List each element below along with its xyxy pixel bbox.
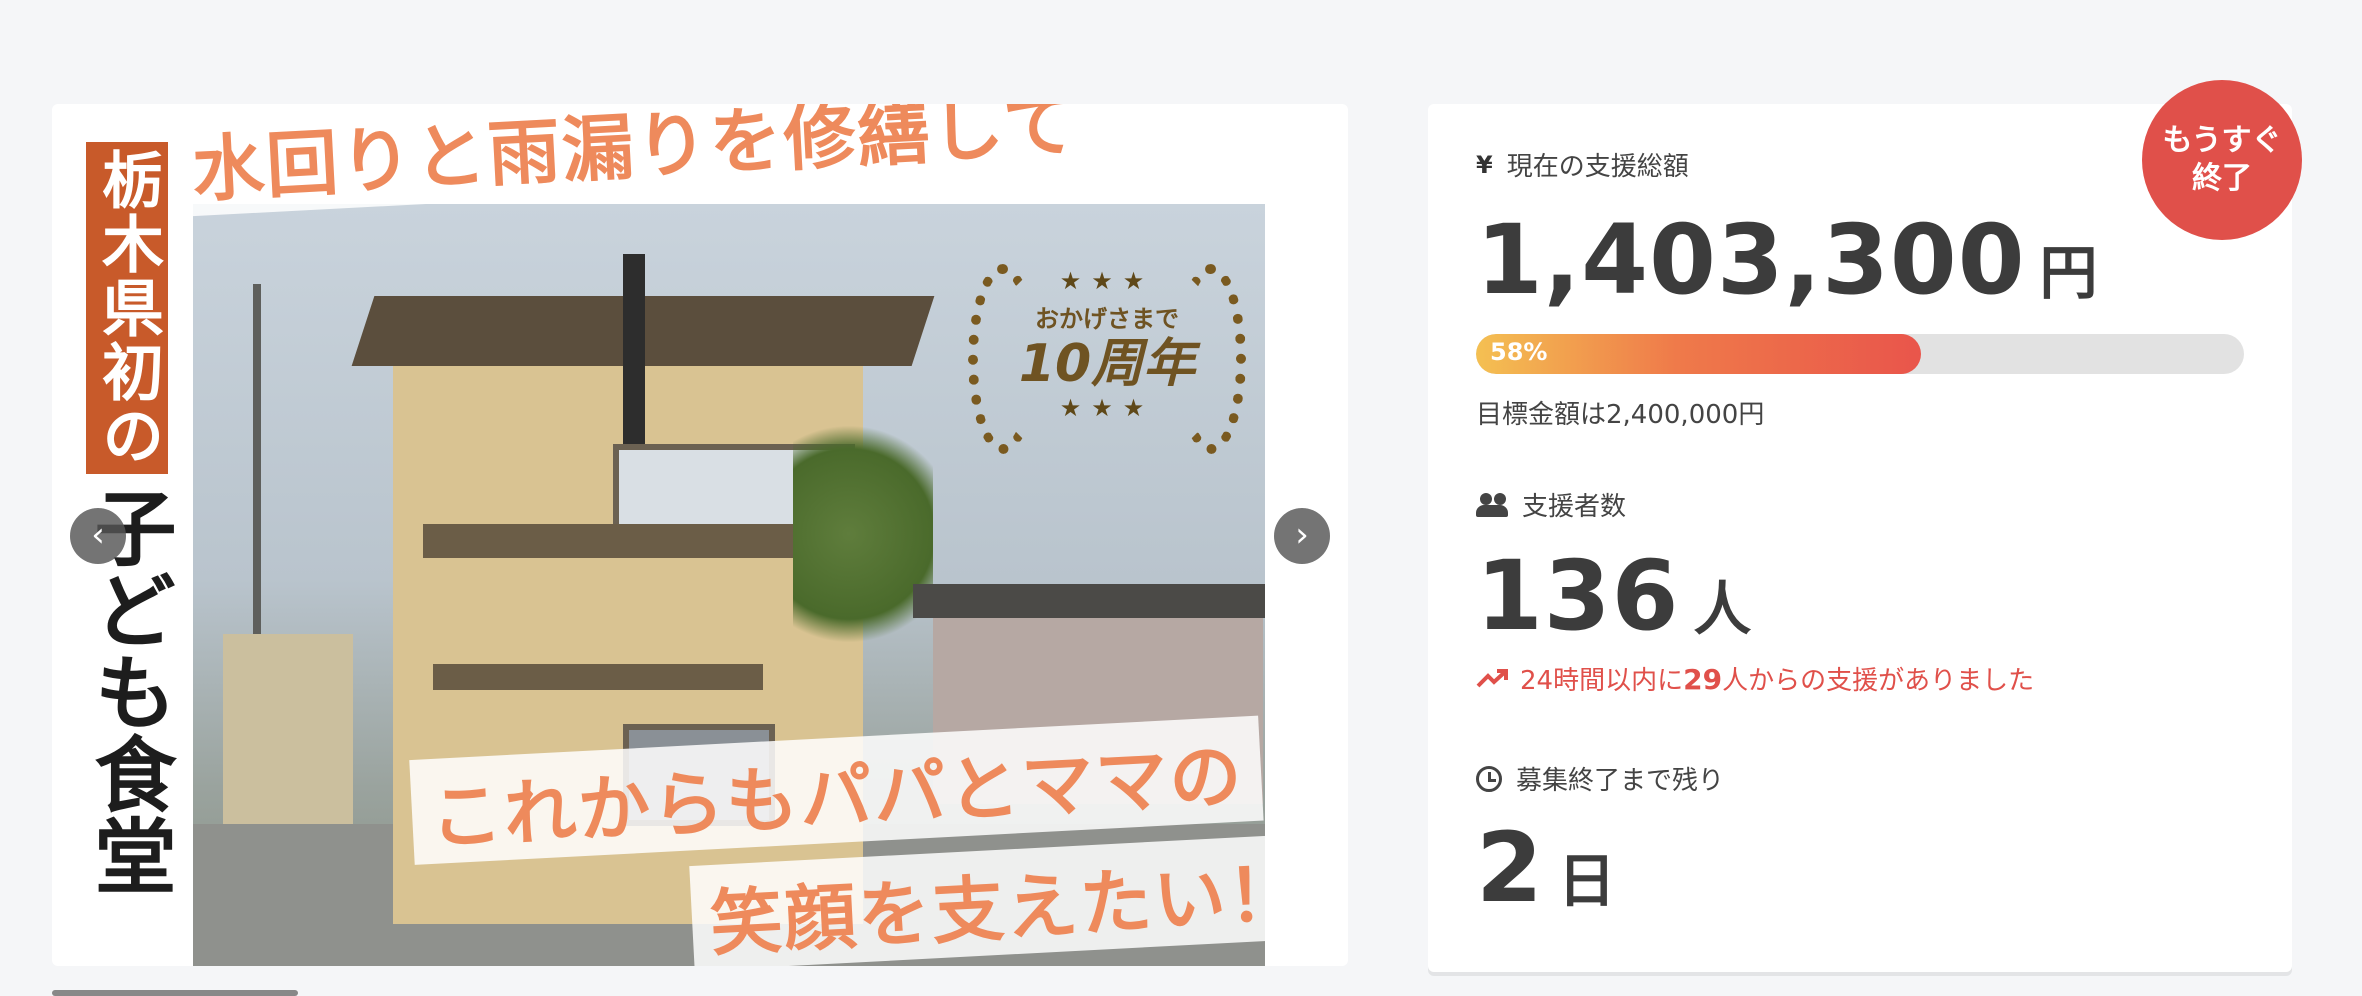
funding-stats-card: ¥ 現在の支援総額 1,403,300 円 58% 目標金額は2,400,000… [1428, 104, 2292, 972]
ending-badge-line-2: 終了 [2192, 161, 2252, 196]
remaining-value: 2 [1476, 812, 1544, 924]
project-hero-image: 栃木県初の 子ども食堂 水回りと雨漏りを修繕して これからもパパとママの 笑顔を… [52, 104, 1348, 966]
laurel-right-icon [1176, 264, 1246, 454]
headline-top: 水回りと雨漏りを修繕して [173, 104, 1096, 217]
stars-top-icon: ★★★ [1059, 266, 1155, 295]
goal-amount: 目標金額は2,400,000円 [1476, 400, 1765, 430]
remaining-days: 2 日 [1476, 812, 1616, 924]
yen-icon: ¥ [1476, 150, 1493, 179]
remaining-label: 募集終了まで残り [1476, 760, 1724, 797]
total-amount-unit: 円 [2039, 239, 2098, 307]
clock-icon [1476, 765, 1502, 792]
trend-prefix: 24時間以内に [1520, 666, 1684, 696]
chevron-right-icon: › [1295, 515, 1309, 555]
badge-big-text: 10周年 [1018, 333, 1196, 394]
supporters-unit: 人 [1693, 575, 1752, 643]
chevron-left-icon: ‹ [91, 515, 105, 555]
stars-bottom-icon: ★★★ [1059, 393, 1155, 422]
total-amount: 1,403,300 円 [1476, 204, 2098, 316]
supporters-label: 支援者数 [1476, 486, 1626, 523]
supporters-count: 136 人 [1476, 540, 1751, 652]
supporters-label-text: 支援者数 [1522, 492, 1627, 522]
side-title-top: 栃木県初の [86, 142, 168, 474]
laurel-left-icon [968, 264, 1038, 454]
thumbnail-indicator[interactable] [52, 990, 298, 996]
total-label-text: 現在の支援総額 [1506, 152, 1689, 182]
remaining-label-text: 募集終了まで残り [1516, 766, 1725, 796]
progress-bar: 58% [1476, 334, 2244, 374]
remaining-unit: 日 [1557, 847, 1616, 915]
recent-support-trend: 24時間以内に29人からの支援がありました [1476, 660, 2034, 697]
total-label: ¥ 現在の支援総額 [1476, 146, 1689, 183]
carousel-prev-button[interactable]: ‹ [70, 508, 126, 564]
anniversary-badge: ★★★ おかげさまで 10周年 ★★★ [968, 244, 1246, 454]
trend-count: 29 [1683, 663, 1723, 696]
trend-suffix: 人からの支援がありました [1722, 666, 2035, 696]
total-amount-value: 1,403,300 [1476, 204, 2026, 316]
progress-percent: 58% [1490, 338, 1548, 366]
trend-up-icon [1476, 668, 1508, 687]
carousel-next-button[interactable]: › [1274, 508, 1330, 564]
ending-soon-badge: もうすぐ 終了 [2142, 80, 2302, 240]
ending-badge-line-1: もうすぐ [2162, 123, 2282, 158]
badge-small-text: おかげさまで [1035, 304, 1179, 333]
people-icon [1476, 492, 1508, 517]
supporters-value: 136 [1476, 540, 1680, 652]
